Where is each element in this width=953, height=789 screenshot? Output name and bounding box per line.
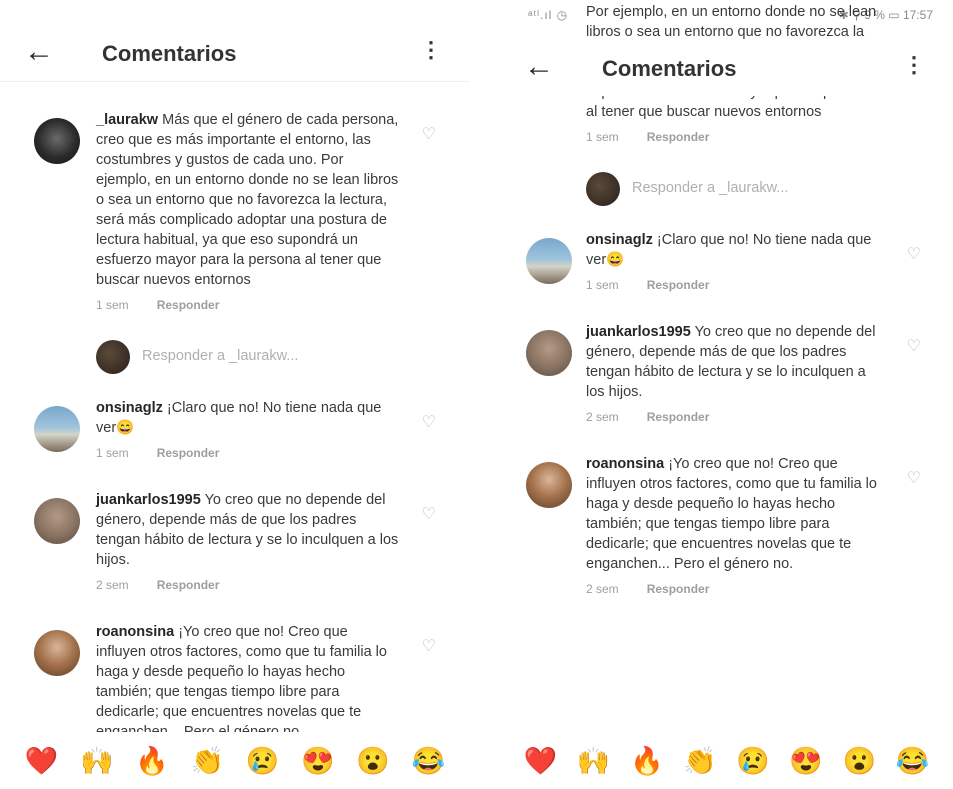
red-heart-emoji-button[interactable]: ❤️: [25, 744, 59, 778]
comment-meta: 2 sem Responder: [586, 410, 887, 424]
page-title: Comentarios: [602, 56, 737, 81]
comment-username[interactable]: roanonsina: [96, 624, 174, 640]
clapping-hands-emoji-button[interactable]: 👏: [683, 744, 717, 778]
reply-input[interactable]: Responder a _laurakw...: [632, 180, 788, 196]
surprised-face-emoji-button[interactable]: 😮: [356, 744, 390, 778]
reply-button[interactable]: Responder: [157, 578, 220, 592]
heart-eyes-emoji-button[interactable]: 😍: [789, 744, 823, 778]
reply-button[interactable]: Responder: [157, 446, 220, 460]
avatar[interactable]: [526, 462, 572, 508]
comment-time: 1 sem: [96, 298, 129, 312]
clapping-hands-emoji-button[interactable]: 👏: [191, 744, 225, 778]
comment-body: juankarlos1995 Yo creo que no depende de…: [586, 322, 887, 402]
tears-of-joy-emoji-button[interactable]: 😂: [412, 744, 446, 778]
comment: roanonsina ¡Yo creo que no! Creo que inf…: [500, 454, 953, 596]
comment-time: 2 sem: [586, 582, 619, 596]
comment-username[interactable]: juankarlos1995: [586, 324, 691, 340]
comment: _laurakw Más que el género de cada perso…: [0, 110, 470, 312]
back-arrow-icon[interactable]: ←: [24, 35, 54, 69]
comment: onsinaglz ¡Claro que no! No tiene nada q…: [0, 398, 470, 460]
comment-username[interactable]: juankarlos1995: [96, 492, 201, 508]
more-options-icon[interactable]: ⋮: [420, 37, 442, 63]
avatar[interactable]: [526, 330, 572, 376]
comment-time: 1 sem: [586, 130, 619, 144]
comment-time: 1 sem: [96, 446, 129, 460]
comment-meta: 1 sem Responder: [586, 130, 887, 144]
fire-emoji-button[interactable]: 🔥: [630, 744, 664, 778]
like-heart-icon[interactable]: ♡: [907, 244, 921, 264]
avatar: [586, 172, 620, 206]
reply-button[interactable]: Responder: [647, 130, 710, 144]
avatar: [96, 340, 130, 374]
emoji-reaction-bar: ❤️ 🙌 🔥 👏 😢 😍 😮 😂: [500, 732, 953, 789]
comment-username[interactable]: onsinaglz: [586, 232, 653, 248]
like-heart-icon[interactable]: ♡: [422, 412, 436, 432]
red-heart-emoji-button[interactable]: ❤️: [524, 744, 558, 778]
screenshot-right: ᵃᵗˡ.ıl ◷ ✱ ⚲ 9 % ▭ 17:57 _laurakw Más qu…: [500, 0, 953, 789]
reply-composer[interactable]: Responder a _laurakw...: [0, 332, 470, 384]
comments-feed[interactable]: _laurakw Más que el género de cada perso…: [0, 110, 470, 764]
avatar[interactable]: [526, 238, 572, 284]
surprised-face-emoji-button[interactable]: 😮: [843, 744, 877, 778]
reply-button[interactable]: Responder: [647, 410, 710, 424]
reply-button[interactable]: Responder: [647, 582, 710, 596]
back-arrow-icon[interactable]: ←: [524, 50, 554, 84]
avatar[interactable]: [34, 118, 80, 164]
comment-body: roanonsina ¡Yo creo que no! Creo que inf…: [96, 622, 400, 742]
reply-button[interactable]: Responder: [647, 278, 710, 292]
comment-body: onsinaglz ¡Claro que no! No tiene nada q…: [96, 398, 400, 438]
comment-time: 2 sem: [96, 578, 129, 592]
like-heart-icon[interactable]: ♡: [907, 468, 921, 488]
comment-meta: 1 sem Responder: [96, 446, 400, 460]
comment-meta: 1 sem Responder: [96, 298, 400, 312]
raising-hands-emoji-button[interactable]: 🙌: [577, 744, 611, 778]
comment-text: Más que el género de cada persona, creo …: [96, 112, 399, 288]
comment-username[interactable]: roanonsina: [586, 456, 664, 472]
like-heart-icon[interactable]: ♡: [907, 336, 921, 356]
avatar[interactable]: [34, 630, 80, 676]
comment-username[interactable]: _laurakw: [96, 112, 158, 128]
comment-body: roanonsina ¡Yo creo que no! Creo que inf…: [586, 454, 887, 574]
top-bar: ← Comentarios ⋮: [500, 40, 953, 96]
emoji-reaction-bar: ❤️ 🙌 🔥 👏 😢 😍 😮 😂: [0, 732, 470, 789]
comment-text: ¡Yo creo que no! Creo que influyen otros…: [96, 624, 387, 740]
comment-username[interactable]: onsinaglz: [96, 400, 163, 416]
avatar[interactable]: [34, 498, 80, 544]
fire-emoji-button[interactable]: 🔥: [135, 744, 169, 778]
page-title: Comentarios: [102, 41, 237, 66]
comment-meta: 2 sem Responder: [96, 578, 400, 592]
like-heart-icon[interactable]: ♡: [422, 636, 436, 656]
comment-body: _laurakw Más que el género de cada perso…: [96, 110, 400, 290]
reply-composer[interactable]: Responder a _laurakw...: [500, 164, 953, 216]
comment: juankarlos1995 Yo creo que no depende de…: [500, 322, 953, 424]
comment-time: 2 sem: [586, 410, 619, 424]
like-heart-icon[interactable]: ♡: [422, 504, 436, 524]
raising-hands-emoji-button[interactable]: 🙌: [80, 744, 114, 778]
heart-eyes-emoji-button[interactable]: 😍: [301, 744, 335, 778]
comment-text: ¡Yo creo que no! Creo que influyen otros…: [586, 456, 877, 572]
crying-face-emoji-button[interactable]: 😢: [736, 744, 770, 778]
avatar[interactable]: [34, 406, 80, 452]
crying-face-emoji-button[interactable]: 😢: [246, 744, 280, 778]
more-options-icon[interactable]: ⋮: [903, 52, 925, 78]
comment-meta: 2 sem Responder: [586, 582, 887, 596]
comment-body: onsinaglz ¡Claro que no! No tiene nada q…: [586, 230, 887, 270]
comment: juankarlos1995 Yo creo que no depende de…: [0, 490, 470, 592]
like-heart-icon[interactable]: ♡: [422, 124, 436, 144]
top-bar: ← Comentarios ⋮: [0, 25, 470, 82]
comment-body: juankarlos1995 Yo creo que no depende de…: [96, 490, 400, 570]
reply-button[interactable]: Responder: [157, 298, 220, 312]
comment-meta: 1 sem Responder: [586, 278, 887, 292]
screenshot-left: _laurakw Más que el género de cada perso…: [0, 0, 470, 789]
tears-of-joy-emoji-button[interactable]: 😂: [896, 744, 930, 778]
reply-input[interactable]: Responder a _laurakw...: [142, 348, 298, 364]
comment: onsinaglz ¡Claro que no! No tiene nada q…: [500, 230, 953, 292]
comment-time: 1 sem: [586, 278, 619, 292]
